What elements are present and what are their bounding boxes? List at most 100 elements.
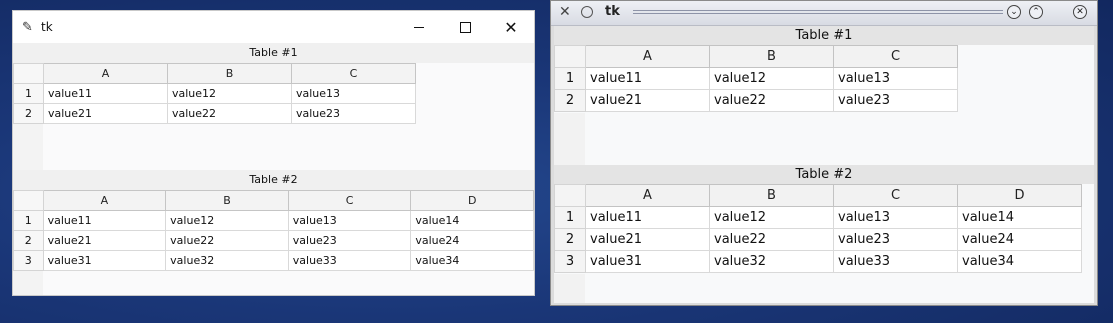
close-icon: ✕ — [504, 17, 518, 37]
table-row: 2 value21 value22 value23 — [554, 89, 958, 112]
maximize-button[interactable]: ⌃ — [1029, 5, 1043, 19]
column-header[interactable]: B — [165, 190, 289, 211]
circle-icon[interactable] — [581, 6, 593, 18]
table-cell[interactable]: value11 — [42, 210, 167, 231]
table-cell[interactable]: value24 — [410, 230, 534, 251]
table-cell[interactable]: value22 — [165, 230, 289, 251]
table-row: 2 value21 value22 value23 value24 — [13, 230, 534, 251]
table-cell[interactable]: value21 — [585, 228, 710, 251]
table2-label: Table #2 — [554, 165, 1094, 184]
table-cell[interactable]: value21 — [42, 230, 167, 251]
table-cell[interactable]: value21 — [585, 89, 710, 112]
table-cell[interactable]: value13 — [291, 83, 416, 104]
table-cell[interactable]: value11 — [585, 206, 710, 229]
column-header[interactable]: B — [709, 45, 834, 68]
column-header[interactable]: A — [43, 63, 168, 84]
title-grip — [633, 10, 1003, 16]
table1-grid: A B C 1 value11 value12 value13 2 value2… — [554, 45, 958, 112]
header-row: A B C D — [554, 184, 1082, 207]
column-header[interactable]: A — [585, 184, 710, 207]
close-button[interactable]: ✕ — [488, 11, 534, 43]
window-title: tk — [41, 20, 53, 34]
chevron-up-icon: ⌃ — [1032, 7, 1040, 17]
table-row: 1 value11 value12 value13 value14 — [554, 206, 1082, 229]
table-cell[interactable]: value23 — [833, 89, 958, 112]
table1-label: Table #1 — [554, 26, 1094, 45]
row-header[interactable]: 1 — [554, 67, 586, 90]
table-cell[interactable]: value13 — [287, 210, 412, 231]
table-cell[interactable]: value11 — [585, 67, 710, 90]
table-row: 3 value31 value32 value33 value34 — [554, 250, 1082, 273]
column-header[interactable]: A — [42, 190, 167, 211]
column-header[interactable]: B — [167, 63, 292, 84]
table2-grid: A B C D 1 value11 value12 value13 value1… — [13, 190, 534, 271]
window-client-area: Table #1 A B C 1 value11 value12 value13… — [554, 26, 1094, 303]
table2-empty-row-header-area — [554, 274, 585, 303]
row-header[interactable]: 1 — [13, 210, 44, 231]
column-header[interactable]: C — [833, 184, 958, 207]
minimize-button[interactable] — [396, 11, 442, 43]
column-header[interactable]: C — [287, 190, 412, 211]
table1-grid: A B C 1 value11 value12 value13 2 value2… — [13, 63, 416, 124]
column-header[interactable]: C — [291, 63, 416, 84]
table-cell[interactable]: value23 — [291, 103, 416, 124]
feather-icon: ✎ — [22, 20, 33, 35]
table-cell[interactable]: value31 — [585, 250, 710, 273]
table-row: 1 value11 value12 value13 — [554, 67, 958, 90]
table-cell[interactable]: value33 — [287, 250, 412, 271]
table-cell[interactable]: value24 — [957, 228, 1082, 251]
row-header[interactable]: 2 — [554, 228, 586, 251]
header-row: A B C D — [13, 190, 534, 211]
minimize-button[interactable]: ⌄ — [1007, 5, 1021, 19]
row-header[interactable]: 3 — [554, 250, 586, 273]
close-button[interactable]: ✕ — [1073, 5, 1087, 19]
table-cell[interactable]: value11 — [43, 83, 168, 104]
tk-window-windows-style[interactable]: ✎ tk ✕ Table #1 A B C 1 value11 value12 … — [12, 10, 535, 296]
maximize-button[interactable] — [442, 11, 488, 43]
window-menu-icon[interactable]: ✕ — [559, 4, 571, 20]
table-cell[interactable]: value34 — [957, 250, 1082, 273]
column-header[interactable]: C — [833, 45, 958, 68]
table-cell[interactable]: value32 — [165, 250, 289, 271]
table-cell[interactable]: value22 — [167, 103, 292, 124]
table-cell[interactable]: value12 — [709, 206, 834, 229]
table-cell[interactable]: value14 — [957, 206, 1082, 229]
table-cell[interactable]: value13 — [833, 67, 958, 90]
header-row: A B C — [13, 63, 416, 84]
column-header[interactable]: D — [957, 184, 1082, 207]
column-header[interactable]: D — [410, 190, 534, 211]
table-cell[interactable]: value22 — [709, 89, 834, 112]
title-bar[interactable]: ✕ tk ⌄ ⌃ ✕ — [551, 1, 1097, 26]
table-cell[interactable]: value14 — [410, 210, 534, 231]
table-row: 1 value11 value12 value13 value14 — [13, 210, 534, 231]
row-header[interactable]: 1 — [554, 206, 586, 229]
row-header[interactable]: 2 — [554, 89, 586, 112]
tk-window-linux-style[interactable]: ✕ tk ⌄ ⌃ ✕ Table #1 A B C 1 value11 valu… — [550, 0, 1098, 306]
table-cell[interactable]: value31 — [42, 250, 167, 271]
row-header[interactable]: 2 — [13, 230, 44, 251]
table-cell[interactable]: value23 — [287, 230, 412, 251]
row-header[interactable]: 1 — [13, 83, 44, 104]
table-cell[interactable]: value12 — [709, 67, 834, 90]
title-bar[interactable]: ✎ tk ✕ — [13, 11, 534, 43]
row-header[interactable]: 2 — [13, 103, 44, 124]
row-header[interactable]: 3 — [13, 250, 44, 271]
column-header[interactable]: B — [709, 184, 834, 207]
table1-empty-row-header-area — [554, 113, 585, 165]
table2-grid: A B C D 1 value11 value12 value13 value1… — [554, 184, 1082, 273]
table-cell[interactable]: value32 — [709, 250, 834, 273]
column-header[interactable]: A — [585, 45, 710, 68]
table-cell[interactable]: value12 — [165, 210, 289, 231]
table-cell[interactable]: value34 — [410, 250, 534, 271]
table-cell[interactable]: value13 — [833, 206, 958, 229]
minimize-icon — [414, 26, 424, 28]
table-cell[interactable]: value21 — [43, 103, 168, 124]
table-row: 3 value31 value32 value33 value34 — [13, 250, 534, 271]
table-cell[interactable]: value12 — [167, 83, 292, 104]
table-row: 2 value21 value22 value23 value24 — [554, 228, 1082, 251]
table-cell[interactable]: value23 — [833, 228, 958, 251]
table-cell[interactable]: value33 — [833, 250, 958, 273]
table-cell[interactable]: value22 — [709, 228, 834, 251]
corner-cell — [13, 63, 44, 84]
corner-cell — [554, 184, 586, 207]
